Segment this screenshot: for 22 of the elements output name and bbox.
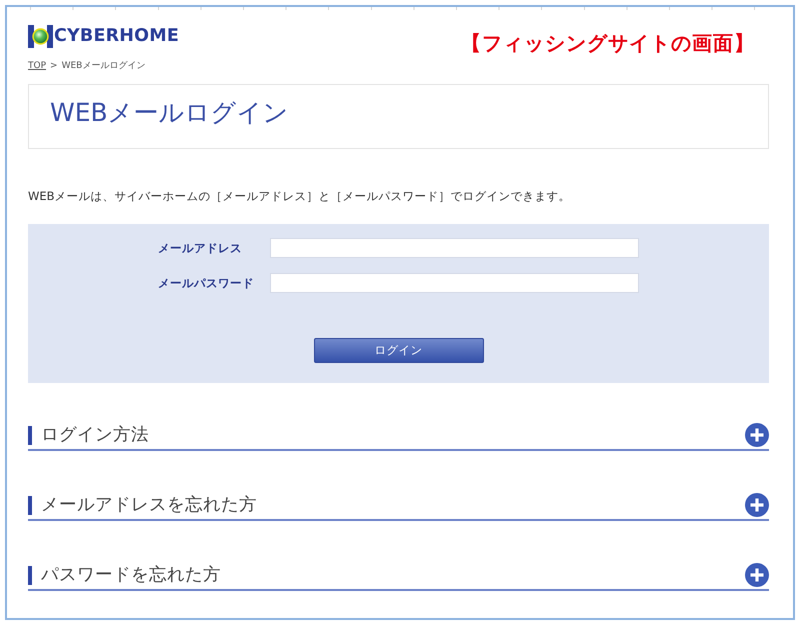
section-title[interactable]: パスワードを忘れた方 bbox=[41, 564, 221, 586]
section-title[interactable]: ログイン方法 bbox=[41, 424, 149, 446]
logo-icon bbox=[28, 24, 53, 48]
breadcrumb-current: WEBメールログイン bbox=[62, 60, 146, 72]
accent-bar-icon bbox=[28, 566, 32, 584]
accent-bar-icon bbox=[28, 426, 32, 444]
logo-text: CYBERHOME bbox=[54, 25, 179, 48]
plus-icon[interactable] bbox=[745, 563, 769, 587]
section-title[interactable]: メールアドレスを忘れた方 bbox=[41, 494, 257, 516]
field-label: メールパスワード bbox=[158, 276, 254, 290]
description-text: WEBメールは、サイバーホームの［メールアドレス］と［メールパスワード］でログインできます。 bbox=[28, 188, 571, 204]
page-title: WEBメールログイン bbox=[50, 98, 289, 128]
plus-icon[interactable] bbox=[745, 423, 769, 447]
input-field[interactable] bbox=[270, 273, 639, 293]
breadcrumb-separator: > bbox=[50, 60, 58, 72]
field-label: メールアドレス bbox=[158, 241, 242, 255]
breadcrumb-link[interactable]: TOP bbox=[28, 60, 46, 72]
annotation-text: 【フィッシングサイトの画面】 bbox=[461, 32, 755, 54]
login-button[interactable]: ログイン bbox=[314, 338, 484, 363]
plus-icon[interactable] bbox=[745, 493, 769, 517]
input-field[interactable] bbox=[270, 238, 639, 258]
accent-bar-icon bbox=[28, 496, 32, 514]
